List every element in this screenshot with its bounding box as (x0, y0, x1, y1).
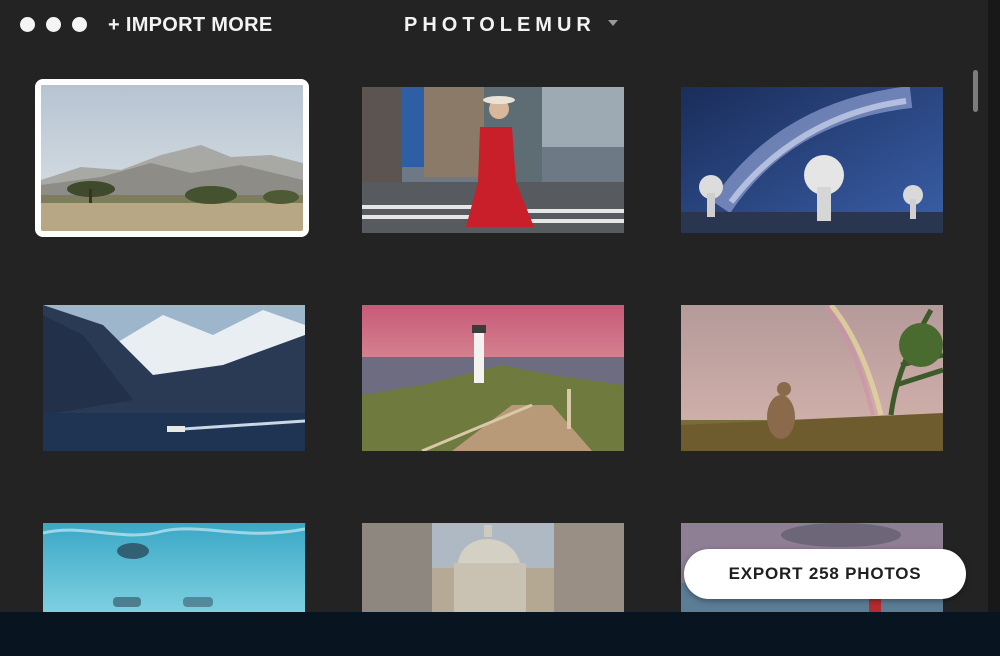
scrollbar-track[interactable] (970, 60, 978, 600)
zoom-window-button[interactable] (72, 17, 87, 32)
photo-thumbnail-milky-way-telescopes[interactable] (681, 87, 943, 233)
photo-thumbnail-woman-red-dress[interactable] (362, 87, 624, 233)
close-window-button[interactable] (20, 17, 35, 32)
app-title-menu[interactable]: PHOTOLEMUR (404, 14, 619, 37)
export-photos-button[interactable]: EXPORT 258 PHOTOS (684, 549, 966, 599)
photo-lighthouse-sunset (362, 305, 624, 451)
photo-mountain-lake-boat (43, 305, 305, 451)
photo-milky-way-telescopes (681, 87, 943, 233)
photo-mountains-savanna (41, 85, 303, 231)
photo-kangaroo-rainbow (681, 305, 943, 451)
minimize-window-button[interactable] (46, 17, 61, 32)
photo-thumbnail-mountains-savanna[interactable] (35, 79, 309, 237)
app-title-text: PHOTOLEMUR (404, 14, 596, 36)
photo-thumbnail-underwater-swimmer[interactable] (43, 523, 305, 612)
scrollbar-thumb[interactable] (973, 70, 978, 112)
import-more-button[interactable]: + IMPORT MORE (108, 14, 272, 37)
title-bar: + IMPORT MORE PHOTOLEMUR (0, 0, 988, 54)
window-edge (988, 0, 1000, 612)
photo-underwater-swimmer (43, 523, 305, 612)
photo-basilica-street (362, 523, 624, 612)
desktop-background (0, 612, 1000, 656)
app-window: + IMPORT MORE PHOTOLEMUR EXPORT 258 PHOT… (0, 0, 989, 612)
photo-thumbnail-kangaroo-rainbow[interactable] (681, 305, 943, 451)
chevron-down-icon (608, 19, 619, 26)
photo-thumbnail-lighthouse-sunset[interactable] (362, 305, 624, 451)
photo-thumbnail-mountain-lake-boat[interactable] (43, 305, 305, 451)
photo-thumbnail-basilica-street[interactable] (362, 523, 624, 612)
photo-woman-red-dress (362, 87, 624, 233)
